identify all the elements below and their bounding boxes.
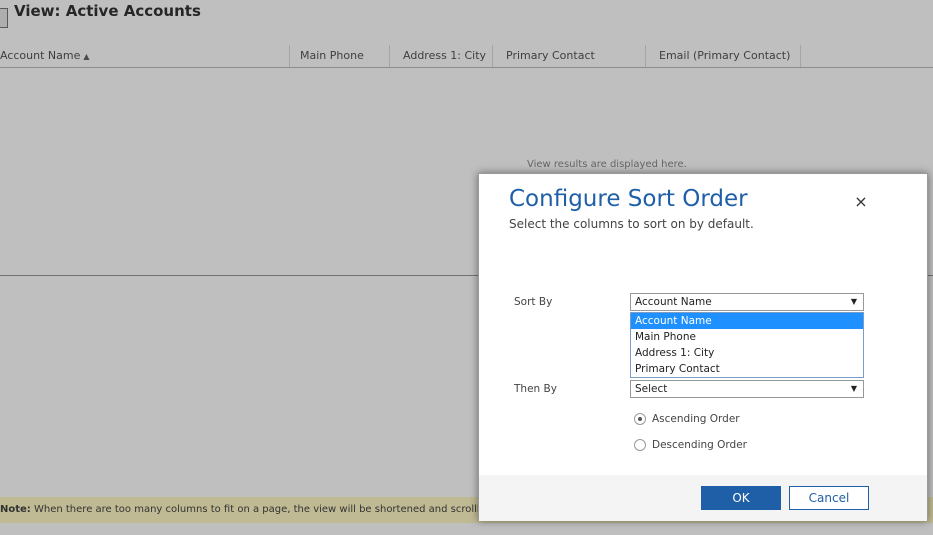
dropdown-option[interactable]: Main Phone xyxy=(631,329,863,345)
sort-by-dropdown-list: Account Name Main Phone Address 1: City … xyxy=(630,312,864,378)
close-icon[interactable]: × xyxy=(851,192,871,211)
dialog-subtitle: Select the columns to sort on by default… xyxy=(509,217,754,231)
ascending-radio[interactable] xyxy=(634,413,646,425)
sort-by-label: Sort By xyxy=(514,296,553,308)
ascending-label: Ascending Order xyxy=(652,413,740,425)
cancel-button[interactable]: Cancel xyxy=(789,486,869,510)
sort-by-value: Account Name xyxy=(635,296,712,308)
dropdown-option[interactable]: Primary Contact xyxy=(631,361,863,377)
sort-by-select[interactable]: Account Name ▼ xyxy=(630,293,864,311)
dropdown-option[interactable]: Account Name xyxy=(631,313,863,329)
then-by-select[interactable]: Select ▼ xyxy=(630,380,864,398)
chevron-down-icon: ▼ xyxy=(850,384,857,393)
then-by-value: Select xyxy=(635,383,668,395)
dialog-title: Configure Sort Order xyxy=(509,186,748,212)
then-by-label: Then By xyxy=(514,383,557,395)
configure-sort-order-dialog: Configure Sort Order Select the columns … xyxy=(478,173,928,521)
descending-radio[interactable] xyxy=(634,439,646,451)
dialog-footer: OK Cancel xyxy=(479,475,927,521)
chevron-down-icon: ▼ xyxy=(850,297,857,306)
ascending-order-option[interactable]: Ascending Order xyxy=(634,411,740,427)
descending-label: Descending Order xyxy=(652,439,747,451)
descending-order-option[interactable]: Descending Order xyxy=(634,437,747,453)
ok-button[interactable]: OK xyxy=(701,486,781,510)
dropdown-option[interactable]: Address 1: City xyxy=(631,345,863,361)
